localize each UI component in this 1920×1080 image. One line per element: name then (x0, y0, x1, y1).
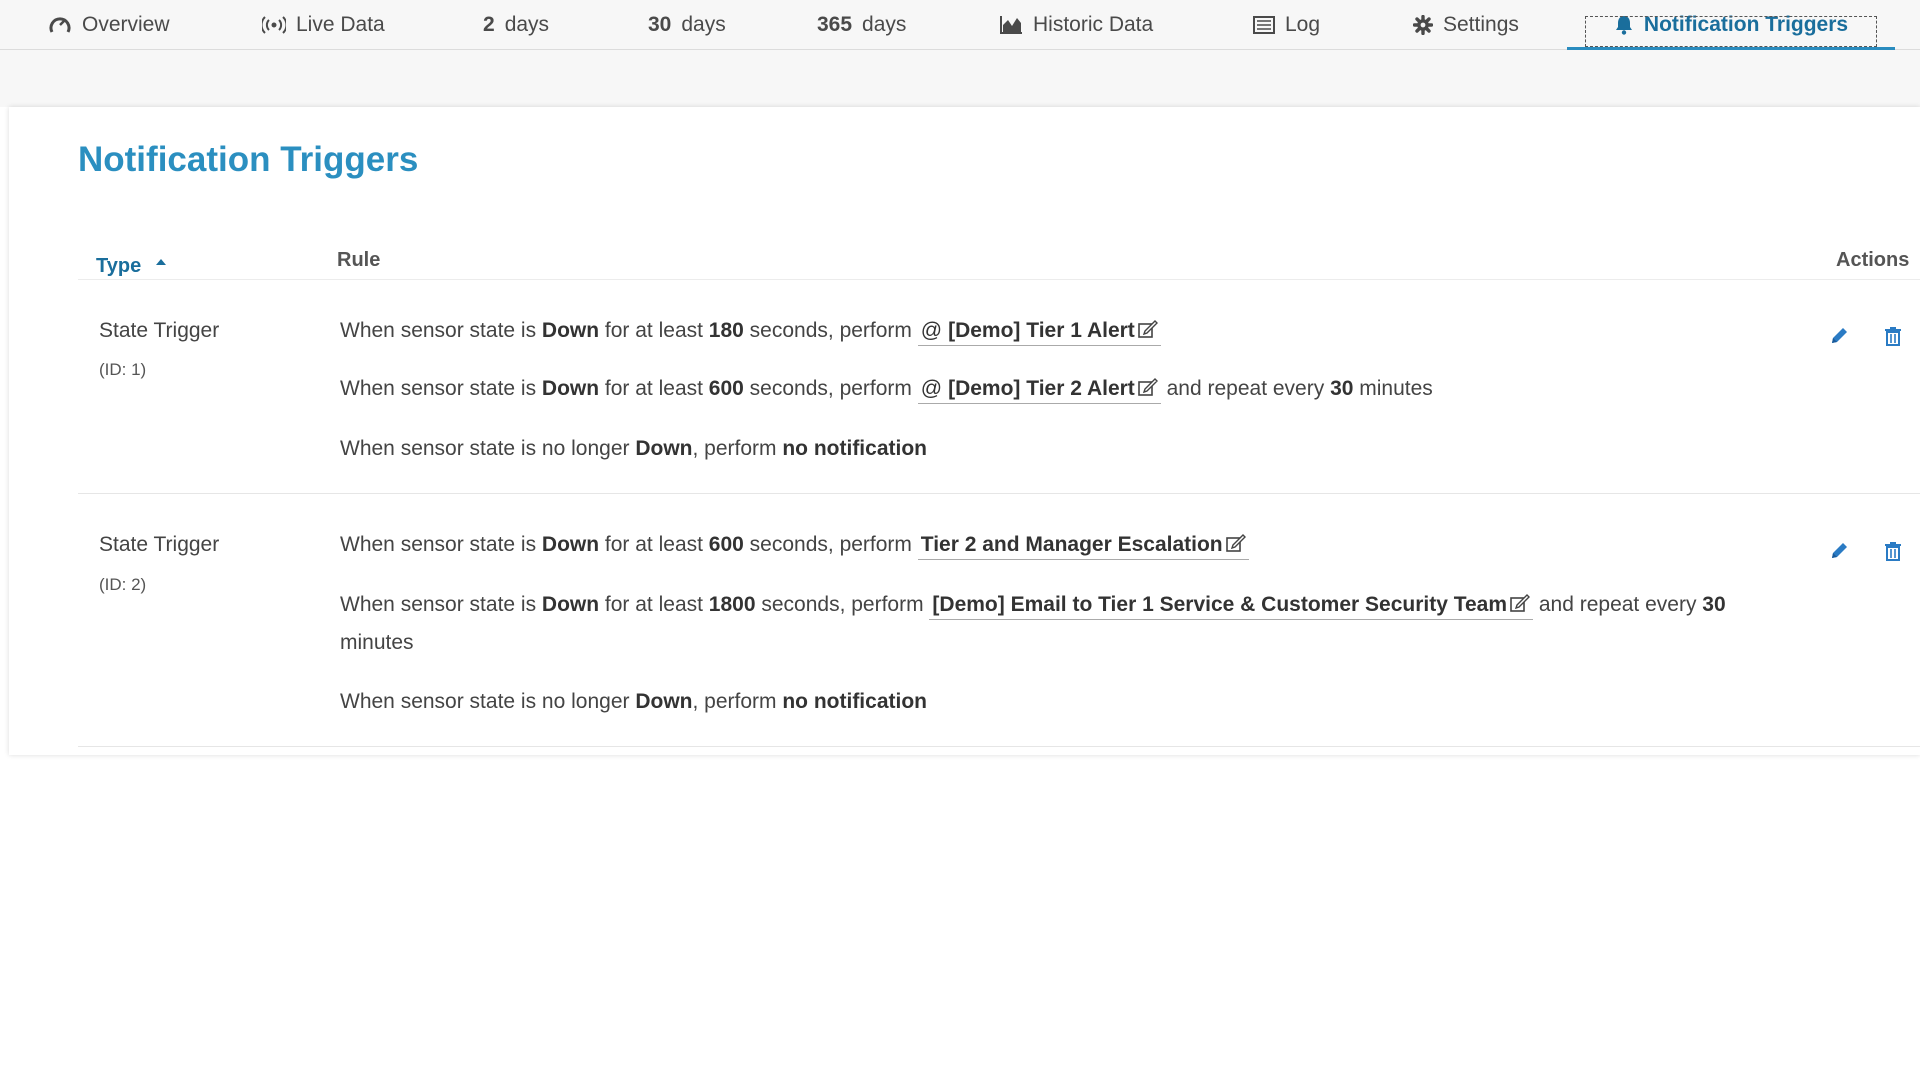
tab-number: 365 (817, 12, 853, 36)
tab-live-data[interactable]: Live Data (262, 0, 385, 49)
edit-link-icon (1225, 527, 1246, 564)
trigger-id: (ID: 1) (99, 360, 147, 379)
tab-30-days[interactable]: 30 days (648, 0, 726, 49)
page-title: Notification Triggers (78, 140, 419, 179)
delete-trigger-button[interactable] (1880, 325, 1906, 351)
tab-2-days[interactable]: 2 days (483, 0, 549, 49)
edit-trigger-button[interactable] (1826, 325, 1852, 351)
edit-trigger-button[interactable] (1826, 540, 1852, 566)
tab-label: Log (1285, 12, 1321, 36)
tab-settings[interactable]: Settings (1413, 0, 1519, 49)
rule-line: When sensor state is Down for at least 6… (340, 526, 1800, 564)
at-icon: @ (920, 319, 943, 342)
tab-label: Live Data (296, 12, 385, 36)
tab-label: days (504, 12, 550, 36)
tab-log[interactable]: Log (1253, 0, 1320, 49)
trash-icon (1884, 326, 1902, 351)
notification-link[interactable]: @ [Demo] Tier 1 Alert (917, 319, 1161, 346)
tab-label: Historic Data (1033, 12, 1154, 36)
notification-link[interactable]: @ [Demo] Tier 2 Alert (917, 377, 1161, 404)
trigger-type: State Trigger (99, 319, 220, 342)
notification-link[interactable]: Tier 2 and Manager Escalation (917, 533, 1249, 560)
active-tab-indicator (1567, 47, 1895, 50)
rule-line: When sensor state is Down for at least 1… (340, 586, 1800, 661)
type-column-header[interactable]: Type (96, 249, 167, 278)
header-divider (78, 279, 1920, 280)
pencil-icon (1829, 541, 1849, 566)
gear-icon (1413, 14, 1433, 35)
edit-link-icon (1137, 371, 1158, 408)
rule-line: When sensor state is no longer Down, per… (340, 690, 927, 713)
rule-line: When sensor state is Down for at least 6… (340, 370, 1800, 408)
tab-notification-triggers[interactable]: Notification Triggers (1567, 0, 1895, 50)
actions-column-header: Actions (1836, 249, 1910, 271)
focus-outline (1585, 16, 1877, 47)
edit-link-icon (1510, 587, 1531, 624)
row-divider (78, 746, 1920, 747)
broadcast-icon (262, 15, 286, 34)
pencil-icon (1829, 326, 1849, 351)
trigger-type: State Trigger (99, 533, 220, 556)
tab-label: days (862, 12, 907, 36)
at-icon: @ (920, 377, 943, 400)
edit-link-icon (1137, 313, 1158, 350)
tab-number: 2 (483, 12, 495, 36)
tab-number: 30 (648, 12, 672, 36)
gauge-icon (48, 15, 72, 35)
log-icon (1253, 15, 1275, 34)
row-divider (78, 493, 1920, 494)
trash-icon (1884, 541, 1902, 566)
rule-line: When sensor state is no longer Down, per… (340, 437, 927, 460)
rule-line: When sensor state is Down for at least 1… (340, 312, 1800, 350)
trigger-id: (ID: 2) (99, 575, 147, 594)
area-chart-icon (999, 15, 1023, 35)
tab-label: days (681, 12, 726, 36)
tab-overview[interactable]: Overview (48, 0, 170, 49)
tab-365-days[interactable]: 365 days (817, 0, 906, 49)
tab-label: Settings (1443, 12, 1519, 36)
rule-column-header: Rule (337, 249, 381, 271)
notification-link[interactable]: [Demo] Email to Tier 1 Service & Custome… (929, 593, 1534, 620)
type-header-label: Type (96, 255, 142, 277)
sensor-tab-bar: Overview Live Data 2 days 30 days 365 da… (0, 0, 1920, 50)
sort-ascending-icon (155, 249, 167, 272)
delete-trigger-button[interactable] (1880, 540, 1906, 566)
tab-historic-data[interactable]: Historic Data (999, 0, 1153, 49)
tab-label: Overview (82, 12, 170, 36)
